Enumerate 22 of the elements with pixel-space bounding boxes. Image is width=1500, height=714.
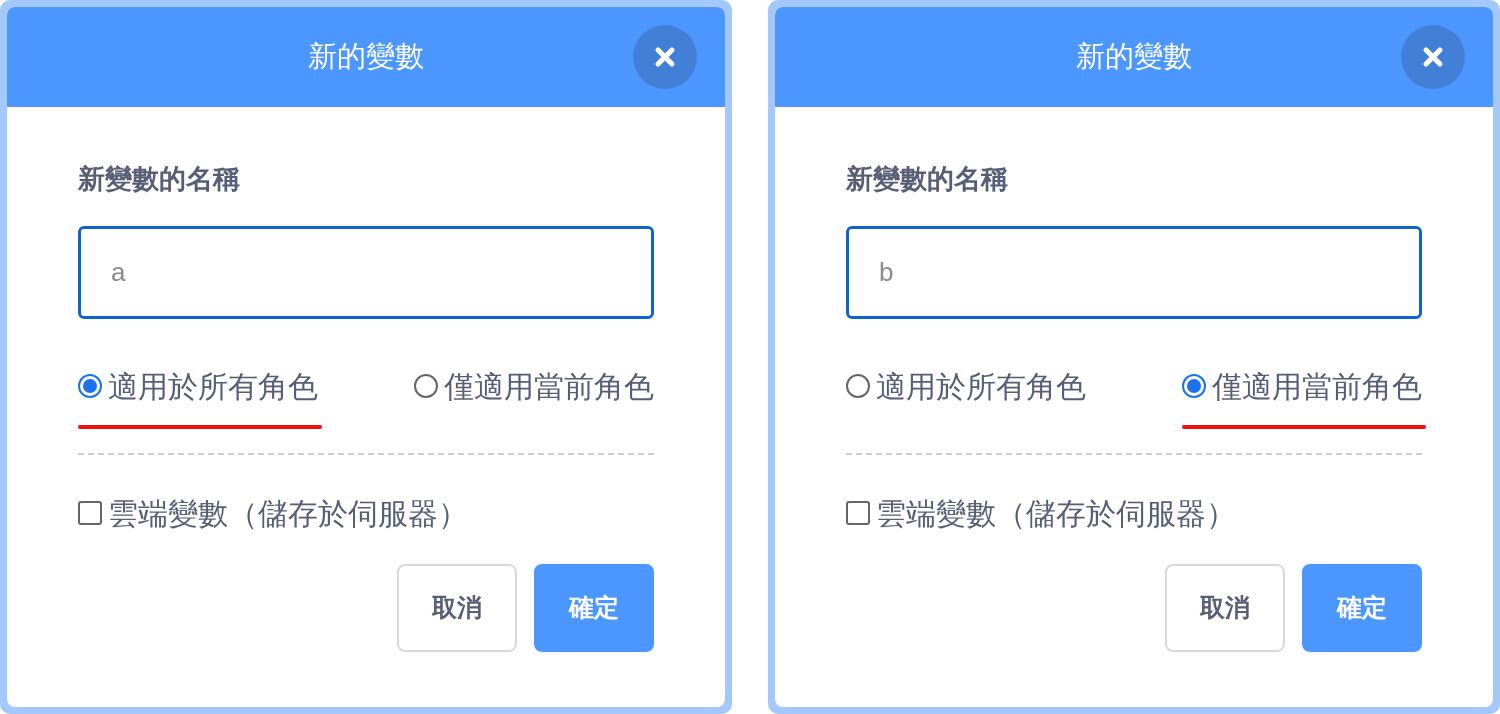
scope-radio-option[interactable]: 適用於所有角色: [78, 363, 318, 409]
radio-icon: [1182, 374, 1206, 398]
field-label: 新變數的名稱: [78, 163, 241, 196]
cloud-checkbox[interactable]: 雲端變數（儲存於伺服器）: [846, 490, 1236, 536]
scope-radio-option[interactable]: 僅適用當前角色: [1182, 363, 1422, 409]
field-label: 新變數的名稱: [846, 163, 1009, 196]
name-input[interactable]: a: [78, 225, 654, 319]
scope-radio-option[interactable]: 僅適用當前角色: [414, 363, 654, 409]
checkbox-icon: [846, 501, 870, 525]
close-icon: [1422, 46, 1444, 68]
name-input[interactable]: b: [846, 225, 1422, 319]
cancel-button[interactable]: 取消: [397, 563, 517, 652]
cloud-checkbox[interactable]: 雲端變數（儲存於伺服器）: [78, 490, 468, 536]
radio-icon: [414, 374, 438, 398]
close-icon: [654, 46, 676, 68]
cancel-button[interactable]: 取消: [1165, 563, 1285, 652]
dialog-title: 新的變數: [1076, 39, 1192, 75]
checkbox-icon: [78, 501, 102, 525]
radio-icon: [846, 374, 870, 398]
radio-icon: [78, 374, 102, 398]
scope-radio-option[interactable]: 適用於所有角色: [846, 363, 1086, 409]
dialog-title: 新的變數: [308, 39, 424, 75]
